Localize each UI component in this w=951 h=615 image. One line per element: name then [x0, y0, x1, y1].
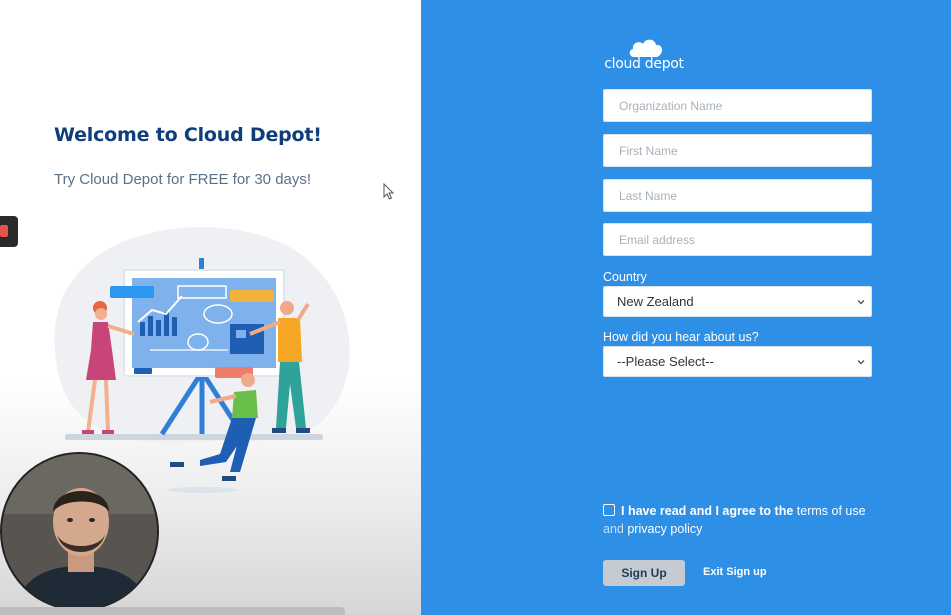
chevron-down-icon [857, 300, 865, 305]
sign-up-button[interactable]: Sign Up [603, 560, 685, 586]
referral-select-value: --Please Select-- [617, 354, 714, 369]
referral-select[interactable]: --Please Select-- [603, 346, 872, 377]
referral-label: How did you hear about us? [603, 330, 759, 344]
signup-panel: cloud depot Country New Zealand How did … [421, 0, 951, 615]
webcam-overlay [0, 452, 159, 611]
cloud-icon [629, 39, 663, 57]
country-select-value: New Zealand [617, 294, 694, 309]
chevron-down-icon [857, 360, 865, 365]
first-name-input[interactable] [603, 134, 872, 167]
mouse-cursor-icon [383, 183, 395, 200]
taskbar-strip [0, 607, 345, 615]
welcome-title: Welcome to Cloud Depot! [54, 124, 322, 146]
presenter-video-icon [2, 454, 157, 609]
recording-tab[interactable] [0, 216, 18, 247]
logo-text: cloud depot [604, 56, 684, 72]
last-name-input[interactable] [603, 179, 872, 212]
cloud-depot-logo: cloud depot [604, 38, 684, 78]
agree-checkbox[interactable] [603, 504, 615, 516]
exit-sign-up-link[interactable]: Exit Sign up [703, 566, 767, 578]
welcome-panel: Welcome to Cloud Depot! Try Cloud Depot … [0, 0, 421, 615]
email-input[interactable] [603, 223, 872, 256]
agree-text: I have read and I agree to the [621, 504, 794, 518]
organization-name-input[interactable] [603, 89, 872, 122]
welcome-subtitle: Try Cloud Depot for FREE for 30 days! [54, 171, 312, 188]
privacy-policy-link[interactable]: privacy policy [627, 522, 702, 536]
terms-of-use-link[interactable]: terms of use [797, 504, 866, 518]
and-text: and [603, 522, 624, 536]
country-select[interactable]: New Zealand [603, 286, 872, 317]
country-label: Country [603, 270, 647, 284]
